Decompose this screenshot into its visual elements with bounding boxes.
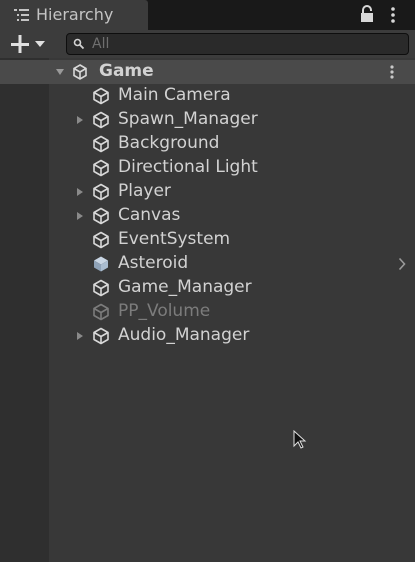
- gameobject-cube-icon: [93, 303, 109, 321]
- hierarchy-item[interactable]: PP_Volume: [0, 300, 415, 324]
- gameobject-cube-icon: [93, 135, 109, 153]
- hierarchy-item[interactable]: Main Camera: [0, 84, 415, 108]
- hierarchy-item[interactable]: Asteroid: [0, 252, 415, 276]
- scene-row[interactable]: Game: [0, 60, 415, 84]
- lock-icon[interactable]: [360, 5, 374, 23]
- unity-scene-icon: [73, 64, 87, 80]
- hierarchy-item[interactable]: Player: [0, 180, 415, 204]
- search-field[interactable]: [66, 33, 409, 55]
- gameobject-cube-icon: [93, 159, 109, 177]
- hierarchy-item[interactable]: Canvas: [0, 204, 415, 228]
- prefab-cube-icon: [94, 256, 108, 272]
- hierarchy-item-label: Spawn_Manager: [118, 109, 258, 129]
- tab-bar: Hierarchy: [0, 0, 415, 30]
- hierarchy-item-label: Game_Manager: [118, 277, 252, 297]
- hierarchy-item[interactable]: Directional Light: [0, 156, 415, 180]
- gameobject-cube-icon: [93, 207, 109, 225]
- scene-kebab-menu-icon[interactable]: [389, 64, 395, 80]
- tab-hierarchy[interactable]: Hierarchy: [0, 0, 148, 30]
- mouse-cursor-icon: [293, 430, 307, 449]
- hierarchy-item-label: EventSystem: [118, 229, 231, 249]
- search-icon: [73, 38, 85, 50]
- gameobject-cube-icon: [93, 87, 109, 105]
- hierarchy-item-label: Directional Light: [118, 157, 258, 177]
- hierarchy-item[interactable]: Audio_Manager: [0, 324, 415, 348]
- hierarchy-item[interactable]: EventSystem: [0, 228, 415, 252]
- scene-name: Game: [99, 61, 154, 81]
- plus-dropdown-icon[interactable]: [10, 34, 50, 54]
- gameobject-cube-icon: [93, 327, 109, 345]
- hierarchy-item-label: Background: [118, 133, 220, 153]
- hierarchy-panel[interactable]: Game Main Camera Spawn_Manager Background D…: [0, 58, 415, 562]
- hierarchy-item-label: Canvas: [118, 205, 181, 225]
- tab-label: Hierarchy: [36, 5, 114, 24]
- collapse-arrow-icon[interactable]: [75, 187, 85, 197]
- hierarchy-item-label: Asteroid: [118, 253, 189, 273]
- gameobject-cube-icon: [93, 231, 109, 249]
- hierarchy-list-icon: [14, 9, 29, 21]
- hierarchy-item-label: Audio_Manager: [118, 325, 250, 345]
- search-input[interactable]: [92, 35, 392, 53]
- hierarchy-item[interactable]: Spawn_Manager: [0, 108, 415, 132]
- hierarchy-item[interactable]: Game_Manager: [0, 276, 415, 300]
- collapse-arrow-icon[interactable]: [75, 115, 85, 125]
- gameobject-cube-icon: [93, 111, 109, 129]
- kebab-menu-icon[interactable]: [390, 6, 396, 24]
- hierarchy-item-label: PP_Volume: [118, 301, 211, 321]
- prefab-open-chevron-icon[interactable]: [398, 257, 406, 271]
- collapse-arrow-icon[interactable]: [75, 331, 85, 341]
- gameobject-cube-icon: [93, 279, 109, 297]
- hierarchy-item-label: Player: [118, 181, 171, 201]
- expand-arrow-icon[interactable]: [55, 67, 65, 77]
- collapse-arrow-icon[interactable]: [75, 211, 85, 221]
- toolbar: [0, 30, 415, 58]
- hierarchy-item-label: Main Camera: [118, 85, 231, 105]
- gameobject-cube-icon: [93, 183, 109, 201]
- hierarchy-item[interactable]: Background: [0, 132, 415, 156]
